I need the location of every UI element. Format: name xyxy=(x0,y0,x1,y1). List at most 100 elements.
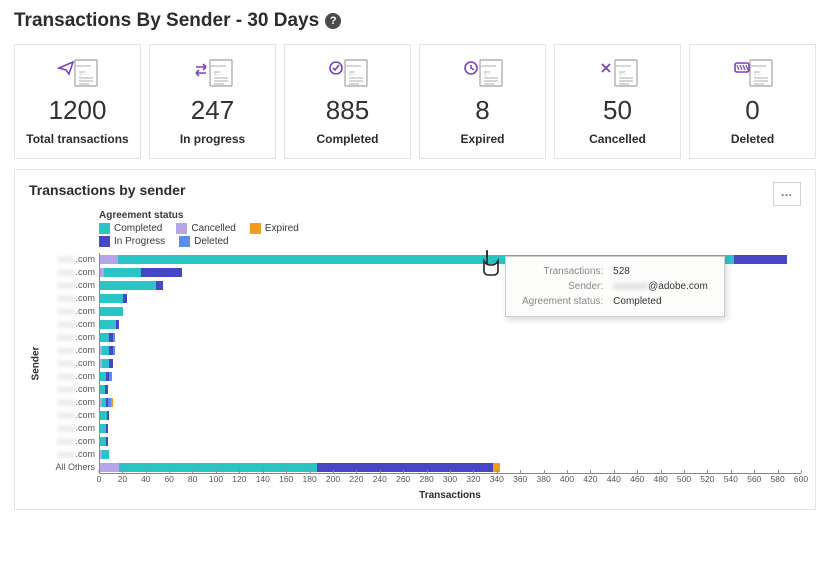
bar-segment-completed[interactable] xyxy=(119,463,318,472)
card-expired[interactable]: x—8Expired xyxy=(419,44,546,159)
legend-item-in-progress[interactable]: In Progress xyxy=(99,236,165,247)
bar-segment-deleted[interactable] xyxy=(113,333,115,342)
card-label: Deleted xyxy=(731,132,774,146)
card-total-transactions[interactable]: x— 1200 Total transactions xyxy=(14,44,141,159)
card-value: 885 xyxy=(326,95,369,126)
x-tick: 60 xyxy=(164,474,173,484)
bar-segment-in-progress[interactable] xyxy=(106,424,108,433)
y-category: xxxx.com xyxy=(43,253,99,266)
bar-segment-in-progress[interactable] xyxy=(123,294,127,303)
bar-segment-in-progress[interactable] xyxy=(109,359,113,368)
bar-segment-completed[interactable] xyxy=(100,333,109,342)
card-in-progress[interactable]: x—247In progress xyxy=(149,44,276,159)
page-title-text: Transactions By Sender - 30 Days xyxy=(14,10,319,32)
y-category: xxxx.com xyxy=(43,370,99,383)
card-label: In progress xyxy=(180,132,245,146)
bar-segment-in-progress[interactable] xyxy=(116,320,118,329)
legend-item-deleted[interactable]: Deleted xyxy=(179,236,228,247)
bar-segment-completed[interactable] xyxy=(100,411,107,420)
chart-panel: Transactions by sender … Agreement statu… xyxy=(14,169,816,510)
bar-segment-completed[interactable] xyxy=(102,450,109,459)
card-value: 0 xyxy=(745,95,759,126)
bar-segment-in-progress[interactable] xyxy=(106,437,108,446)
bar-segment-completed[interactable] xyxy=(100,294,123,303)
x-tick: 540 xyxy=(724,474,738,484)
bar-segment-in-progress[interactable] xyxy=(317,463,492,472)
bar-segment-completed[interactable] xyxy=(100,307,123,316)
bar-row[interactable] xyxy=(100,331,801,344)
x-tick: 180 xyxy=(303,474,317,484)
svg-text:x—: x— xyxy=(79,72,87,78)
svg-text:x—: x— xyxy=(754,72,762,78)
summary-cards: x— 1200 Total transactions x—247In progress… xyxy=(14,44,816,159)
x-tick: 260 xyxy=(396,474,410,484)
page-title: Transactions By Sender - 30 Days ? xyxy=(14,10,816,32)
bar-row[interactable] xyxy=(100,383,801,396)
y-category: xxxx.com xyxy=(43,331,99,344)
progress-icon: x— xyxy=(190,55,236,89)
bar-row[interactable] xyxy=(100,370,801,383)
bar-row[interactable] xyxy=(100,435,801,448)
panel-more-button[interactable]: … xyxy=(773,182,801,206)
bar-segment-cancelled[interactable] xyxy=(100,463,119,472)
bar-row[interactable] xyxy=(100,409,801,422)
x-tick: 280 xyxy=(420,474,434,484)
completed-icon: x— xyxy=(325,55,371,89)
legend-item-completed[interactable]: Completed xyxy=(99,223,162,234)
x-tick: 600 xyxy=(794,474,808,484)
x-tick: 120 xyxy=(232,474,246,484)
card-deleted[interactable]: x— 0 Deleted xyxy=(689,44,816,159)
bar-segment-completed[interactable] xyxy=(102,359,109,368)
x-tick: 40 xyxy=(141,474,150,484)
x-tick: 400 xyxy=(560,474,574,484)
legend-item-cancelled[interactable]: Cancelled xyxy=(176,223,235,234)
bar-segment-in-progress[interactable] xyxy=(141,268,182,277)
bar-segment-in-progress[interactable] xyxy=(105,385,109,394)
card-cancelled[interactable]: x—50Cancelled xyxy=(554,44,681,159)
bar-row[interactable] xyxy=(100,396,801,409)
legend-item-expired[interactable]: Expired xyxy=(250,223,299,234)
y-category: xxxx.com xyxy=(43,383,99,396)
bar-row[interactable] xyxy=(100,318,801,331)
x-tick: 20 xyxy=(118,474,127,484)
bar-segment-in-progress[interactable] xyxy=(734,255,787,264)
bar-row[interactable] xyxy=(100,448,801,461)
y-category: xxxx.com xyxy=(43,435,99,448)
bar-segment-in-progress[interactable] xyxy=(107,411,109,420)
help-icon[interactable]: ? xyxy=(325,13,341,29)
x-tick: 520 xyxy=(700,474,714,484)
card-completed[interactable]: x—885Completed xyxy=(284,44,411,159)
deleted-icon: x— xyxy=(730,55,776,89)
x-tick: 0 xyxy=(97,474,102,484)
x-tick: 220 xyxy=(349,474,363,484)
x-tick: 320 xyxy=(466,474,480,484)
x-tick: 420 xyxy=(583,474,597,484)
bar-segment-completed[interactable] xyxy=(100,281,156,290)
send-icon: x— xyxy=(55,55,101,89)
x-tick: 560 xyxy=(747,474,761,484)
bar-segment-expired[interactable] xyxy=(111,398,113,407)
bar-row[interactable] xyxy=(100,422,801,435)
bar-segment-completed[interactable] xyxy=(104,268,141,277)
card-value: 1200 xyxy=(49,95,107,126)
bar-segment-cancelled[interactable] xyxy=(100,255,118,264)
legend: Agreement status CompletedCancelledExpir… xyxy=(99,210,801,247)
bar-segment-completed[interactable] xyxy=(102,346,109,355)
x-tick: 460 xyxy=(630,474,644,484)
bar-row[interactable] xyxy=(100,357,801,370)
card-label: Total transactions xyxy=(26,132,128,146)
bar-segment-deleted[interactable] xyxy=(113,346,115,355)
bar-segment-in-progress[interactable] xyxy=(156,281,163,290)
x-tick: 200 xyxy=(326,474,340,484)
bar-row[interactable] xyxy=(100,344,801,357)
bar-segment-completed[interactable] xyxy=(100,320,116,329)
x-tick: 360 xyxy=(513,474,527,484)
y-category: xxxx.com xyxy=(43,409,99,422)
x-tick: 480 xyxy=(654,474,668,484)
bar-segment-deleted[interactable] xyxy=(109,372,111,381)
y-category: xxxx.com xyxy=(43,396,99,409)
y-category: xxxx.com xyxy=(43,422,99,435)
y-category: xxxx.com xyxy=(43,305,99,318)
y-category: All Others xyxy=(43,461,99,474)
x-tick: 340 xyxy=(490,474,504,484)
